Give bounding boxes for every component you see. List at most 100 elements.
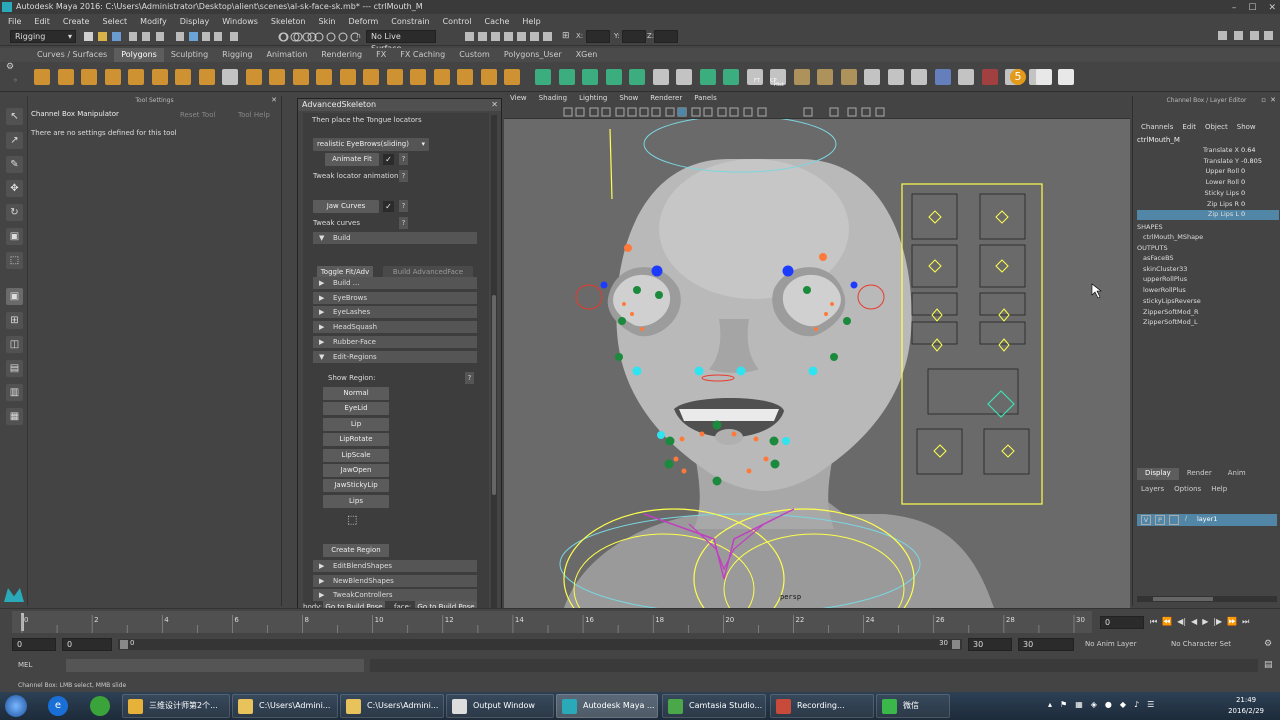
- face-control-10[interactable]: [843, 317, 851, 325]
- platonic-icon[interactable]: [222, 69, 238, 85]
- channel-attribute-value[interactable]: 0: [1241, 200, 1245, 208]
- five-icon[interactable]: 5: [1010, 69, 1026, 85]
- channel-menu-object[interactable]: Object: [1205, 123, 1228, 131]
- layout-icon[interactable]: [629, 69, 645, 85]
- output-node[interactable]: ZipperSoftMod_R: [1143, 308, 1199, 316]
- channel-attribute-row[interactable]: Upper Roll 0: [1137, 167, 1279, 177]
- channel-attribute-row[interactable]: Translate X 0.64: [1137, 146, 1279, 156]
- live-surface-field[interactable]: No Live Surface: [366, 30, 436, 53]
- region-eyelid-button[interactable]: EyeLid: [323, 402, 389, 416]
- select-tool-icon[interactable]: ↖: [6, 108, 23, 125]
- taskbar-item[interactable]: Camtasia Studio...: [662, 694, 766, 718]
- menu-skin[interactable]: Skin: [319, 17, 336, 26]
- tweak-curves-help[interactable]: ?: [399, 217, 408, 229]
- joint-icon[interactable]: [887, 69, 904, 85]
- float-icon[interactable]: ▫: [1261, 96, 1266, 104]
- paint-icon[interactable]: [840, 69, 857, 85]
- face-control-15[interactable]: [736, 366, 746, 376]
- frame-build[interactable]: ▼ Build: [313, 232, 477, 244]
- viewport-toolbar-icons[interactable]: [504, 105, 1130, 119]
- shelf-settings-icon[interactable]: ⚙: [6, 62, 14, 72]
- output-node[interactable]: ZipperSoftMod_L: [1143, 318, 1198, 326]
- animate-fit-help[interactable]: ?: [399, 153, 408, 165]
- region-tool-icon[interactable]: ⬚: [347, 513, 362, 528]
- extrude-icon[interactable]: [245, 69, 262, 85]
- menu-constrain[interactable]: Constrain: [391, 17, 429, 26]
- channel-menu-show[interactable]: Show: [1237, 123, 1256, 131]
- create-region-button[interactable]: Create Region: [323, 544, 389, 557]
- system-clock[interactable]: 21:49 2016/2/29: [1228, 695, 1264, 717]
- layer-menu-layers[interactable]: Layers: [1141, 485, 1164, 493]
- show-region-help[interactable]: ?: [465, 372, 474, 384]
- taskbar-item[interactable]: 三维设计师第2个...: [122, 694, 230, 718]
- four-view-icon[interactable]: ⊞: [6, 312, 23, 329]
- shelf-tab-fx-caching[interactable]: FX Caching: [393, 48, 452, 62]
- layer-visibility-toggle[interactable]: V: [1141, 515, 1151, 525]
- graph-layout-icon[interactable]: ▦: [6, 408, 23, 425]
- move-tool-icon[interactable]: ✥: [6, 180, 23, 197]
- jaw-curves-help[interactable]: ?: [399, 200, 408, 212]
- menu-set-dropdown[interactable]: Rigging ▾: [10, 30, 76, 43]
- frame-eyelashes[interactable]: ▶ EyeLashes: [313, 306, 477, 319]
- select-uv-icon[interactable]: [723, 69, 739, 85]
- layout-icon[interactable]: ▤: [6, 360, 23, 377]
- output-node[interactable]: stickyLipsReverse: [1143, 297, 1201, 305]
- two-view-icon[interactable]: ◫: [6, 336, 23, 353]
- shelf-tab-rigging[interactable]: Rigging: [215, 48, 259, 62]
- play-back-icon[interactable]: ◀: [1191, 617, 1197, 627]
- frame-newblendshapes[interactable]: ▶ NewBlendShapes: [313, 574, 477, 587]
- menu-skeleton[interactable]: Skeleton: [271, 17, 306, 26]
- output-node[interactable]: upperRollPlus: [1143, 275, 1187, 283]
- cylinder-icon[interactable]: [81, 69, 97, 85]
- shelf-tab-fx[interactable]: FX: [369, 48, 393, 62]
- minimize-icon[interactable]: –: [1232, 1, 1237, 15]
- shelf-tab-rendering[interactable]: Rendering: [314, 48, 369, 62]
- shelf-tab-curves-surfaces[interactable]: Curves / Surfaces: [30, 48, 114, 62]
- app-360-icon[interactable]: [90, 696, 110, 716]
- menu-modify[interactable]: Modify: [140, 17, 167, 26]
- time-slider[interactable]: 0 2 4 6 8 10 12 14 16 18 20 22 24 26 28 30 0 ⏮ ⏪ ◀| ◀ ▶…: [0, 608, 1280, 634]
- face-control-38[interactable]: [814, 327, 818, 331]
- face-control-9[interactable]: [618, 317, 626, 325]
- advanced-skeleton-scrollbar[interactable]: [491, 115, 497, 611]
- play-forward-icon[interactable]: ▶: [1202, 617, 1208, 627]
- taskbar-item[interactable]: C:\Users\Admini...: [340, 694, 444, 718]
- planar-uv-icon[interactable]: [558, 69, 575, 85]
- torus-icon[interactable]: [151, 69, 168, 85]
- multicut-icon[interactable]: [433, 69, 450, 85]
- region-lipscale-button[interactable]: LipScale: [323, 448, 389, 462]
- tray-volume-icon[interactable]: ♪: [1134, 700, 1139, 712]
- taskbar-item[interactable]: Autodesk Maya ...: [556, 694, 658, 718]
- step-forward-icon[interactable]: |▶: [1213, 617, 1222, 627]
- face-control-14[interactable]: [694, 366, 704, 376]
- sew-uv-icon[interactable]: [676, 69, 692, 85]
- tray-app2-icon[interactable]: ◆: [1120, 700, 1126, 712]
- unfold-icon[interactable]: [605, 69, 622, 85]
- menu-create[interactable]: Create: [63, 17, 90, 26]
- close-icon[interactable]: ✕: [491, 100, 498, 109]
- region-liprotate-button[interactable]: LipRotate: [323, 433, 389, 447]
- bridge-icon[interactable]: [269, 69, 285, 85]
- face-control-6[interactable]: [633, 286, 641, 294]
- channel-attribute-value[interactable]: 0: [1241, 189, 1245, 197]
- lattice-icon[interactable]: [864, 69, 880, 85]
- face-control-33[interactable]: [622, 302, 626, 306]
- menu-windows[interactable]: Windows: [222, 17, 258, 26]
- channel-attribute-value[interactable]: 0: [1241, 210, 1245, 218]
- taskbar-item[interactable]: C:\Users\Admini...: [232, 694, 338, 718]
- end-time-field[interactable]: 30: [1018, 638, 1074, 651]
- rotate-tool-icon[interactable]: ↻: [6, 204, 23, 221]
- step-forward-key-icon[interactable]: ⏩: [1227, 617, 1237, 627]
- go-to-start-icon[interactable]: ⏮: [1150, 617, 1157, 627]
- region-lip-button[interactable]: Lip: [323, 417, 389, 431]
- layer-menu-help[interactable]: Help: [1211, 485, 1227, 493]
- taskbar-item[interactable]: 微信: [876, 694, 950, 718]
- time-ruler[interactable]: 0 2 4 6 8 10 12 14 16 18 20 22 24 26 28 30: [12, 611, 1092, 633]
- merge-icon[interactable]: [410, 69, 426, 85]
- face-control-27[interactable]: [731, 431, 737, 437]
- command-input[interactable]: [66, 659, 364, 672]
- face-control-29[interactable]: [681, 468, 687, 474]
- menu-select[interactable]: Select: [102, 17, 127, 26]
- menu-cache[interactable]: Cache: [485, 17, 510, 26]
- face-control-8[interactable]: [803, 286, 811, 294]
